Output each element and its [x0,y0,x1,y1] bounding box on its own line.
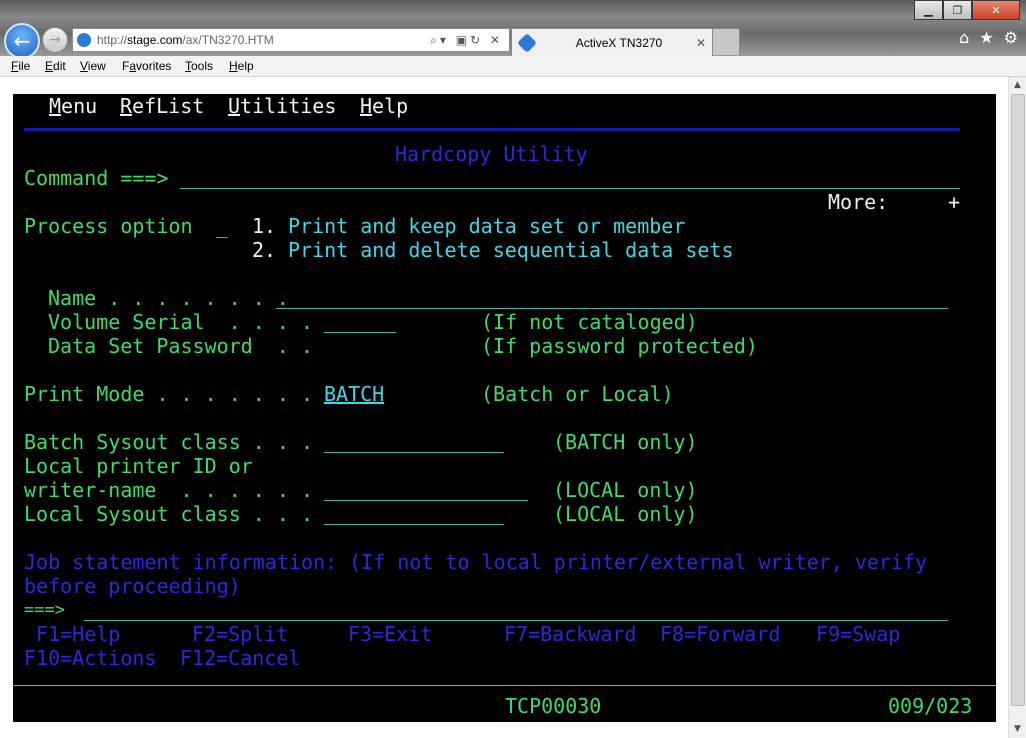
local-printer-label: Local printer ID or [24,454,253,478]
menu-favorites[interactable]: Favorites [122,59,171,73]
address-bar[interactable]: http://stage.com/ax/TN3270.HTM ⌕▾ ▣↻ ✕ [72,28,510,52]
batch-sysout-input[interactable] [324,452,504,453]
local-sysout-hint: (LOCAL only) [553,502,698,526]
scroll-up-icon[interactable]: ▲ [1009,77,1026,94]
tab-icon [517,33,537,53]
more-indicator: + [948,190,961,214]
more-label: More: [828,190,889,214]
minimize-icon[interactable]: ▁ [914,0,943,20]
batch-sysout-hint: (BATCH only) [553,430,698,454]
tab-close-icon[interactable]: ✕ [696,36,706,50]
browser-title-bar: ▁ ❐ ✕ ← → http://stage.com/ax/TN3270.HTM… [0,0,1026,59]
browser-toolbar-icons: ⌂ ★ ⚙ [959,28,1018,47]
menu-tools[interactable]: Tools [185,59,213,73]
volume-serial-hint: (If not cataloged) [481,310,698,334]
password-hint: (If password protected) [481,334,758,358]
action-help[interactable]: Help [360,94,408,118]
fkey-f12-cancel[interactable]: F12=Cancel [180,646,300,670]
command-input-underline [180,188,960,189]
name-label: Name . . . . . . . . [48,286,289,310]
password-label: Data Set Password . . [48,334,313,358]
fkey-f1-help[interactable]: F1=Help [24,622,120,646]
tab-title: ActiveX TN3270 [575,36,663,50]
maximize-icon[interactable]: ❐ [943,0,972,20]
cursor-position: 009/023 [888,694,973,718]
status-line-divider [13,685,996,686]
address-tools-icons[interactable]: ⌕▾ ▣↻ ✕ [430,33,503,48]
fkey-f7-backward[interactable]: F7=Backward [504,622,636,646]
job-info-line-2: before proceeding) [24,574,241,598]
back-arrow-icon[interactable]: ← [4,23,40,59]
panel-title: Hardcopy Utility [395,142,588,166]
process-option-label: Process option [24,214,193,238]
menu-view[interactable]: View [80,59,106,73]
job-info-line-1: Job statement information: (If not to lo… [24,550,928,574]
batch-sysout-label: Batch Sysout class . . . [24,430,313,454]
menu-edit[interactable]: Edit [45,59,66,73]
browser-menu-bar: File Edit View Favorites Tools Help [0,56,1026,77]
gear-icon[interactable]: ⚙ [1004,28,1018,47]
fkey-f8-forward[interactable]: F8=Forward [660,622,780,646]
local-sysout-input[interactable] [324,524,504,525]
vertical-scrollbar[interactable]: ▲ ▼ [1008,77,1026,738]
print-mode-input[interactable]: BATCH [324,382,384,406]
option-2-text: Print and delete sequential data sets [288,238,734,262]
action-menu[interactable]: Menu [49,94,97,118]
fkey-f3-exit[interactable]: F3=Exit [348,622,432,646]
writer-name-label: writer-name . . . . . . [24,478,313,502]
option-2-number: 2. [252,238,277,262]
home-icon[interactable]: ⌂ [959,28,969,47]
action-bar-divider [24,128,960,131]
writer-name-hint: (LOCAL only) [553,478,698,502]
new-tab-button[interactable] [712,28,740,55]
print-mode-label: Print Mode . . . . . . . [24,382,313,406]
fkey-f9-swap[interactable]: F9=Swap [816,622,900,646]
job-prompt: ===> [24,600,65,620]
process-option-input[interactable]: _ [216,214,228,238]
tn3270-terminal[interactable]: Menu RefList Utilities Help Hardcopy Uti… [13,94,996,722]
menu-file[interactable]: File [11,59,30,73]
option-1-number: 1. [252,214,277,238]
scroll-thumb[interactable] [1011,94,1025,706]
writer-name-input[interactable] [324,500,528,501]
option-1-text: Print and keep data set or member [288,214,686,238]
scroll-down-icon[interactable]: ▼ [1009,721,1026,738]
fkey-f2-split[interactable]: F2=Split [192,622,288,646]
status-session-id: TCP00030 [505,694,602,718]
site-icon [77,33,91,47]
fkey-f10-actions[interactable]: F10=Actions [24,646,156,670]
volume-serial-label: Volume Serial . . . . [48,310,313,334]
browser-tab[interactable]: ActiveX TN3270 ✕ [511,28,713,57]
print-mode-hint: (Batch or Local) [481,382,674,406]
url-text: http://stage.com/ax/TN3270.HTM [97,33,274,47]
name-input[interactable] [276,308,948,309]
local-sysout-label: Local Sysout class . . . [24,502,313,526]
forward-arrow-icon[interactable]: → [42,27,68,53]
star-icon[interactable]: ★ [979,28,993,47]
window-controls: ▁ ❐ ✕ [914,0,1020,20]
menu-help[interactable]: Help [229,59,254,73]
job-statement-input[interactable] [84,620,948,621]
volume-serial-input[interactable] [324,332,396,333]
action-utilities[interactable]: Utilities [228,94,336,118]
close-icon[interactable]: ✕ [972,0,1020,20]
action-reflist[interactable]: RefList [120,94,204,118]
command-label: Command ===> [24,166,169,190]
